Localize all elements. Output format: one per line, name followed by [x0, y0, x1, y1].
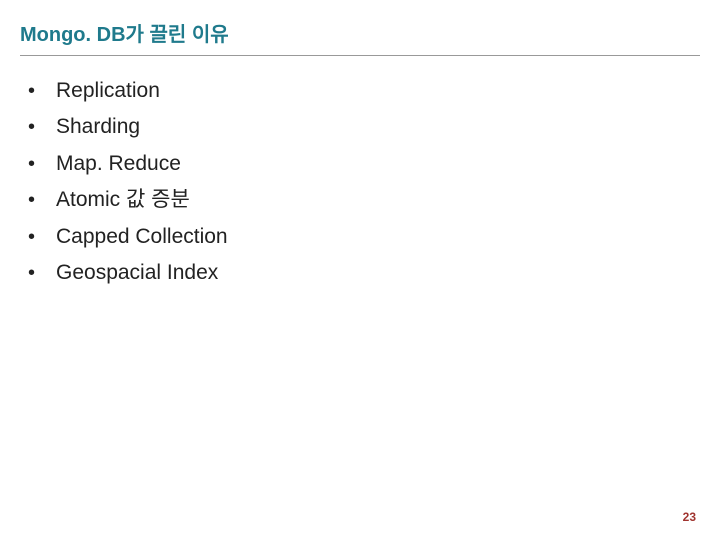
bullet-icon: •	[28, 189, 56, 212]
item-text: Geospacial Index	[56, 258, 218, 288]
list-item: • Map. Reduce	[28, 149, 700, 179]
bullet-icon: •	[28, 226, 56, 249]
list-item: • Geospacial Index	[28, 258, 700, 288]
bullet-icon: •	[28, 116, 56, 139]
list-item: • Replication	[28, 76, 700, 106]
list-item: • Atomic 값 증분	[28, 185, 700, 215]
slide: Mongo. DB가 끌린 이유 • Replication • Shardin…	[0, 0, 720, 540]
item-text: Capped Collection	[56, 222, 228, 252]
list-item: • Capped Collection	[28, 222, 700, 252]
list-item: • Sharding	[28, 112, 700, 142]
item-text: Map. Reduce	[56, 149, 181, 179]
slide-title: Mongo. DB가 끌린 이유	[20, 18, 700, 56]
page-number: 23	[683, 510, 696, 524]
content-area: • Replication • Sharding • Map. Reduce •…	[20, 76, 700, 289]
item-text: Atomic 값 증분	[56, 185, 190, 215]
item-text: Replication	[56, 76, 160, 106]
bullet-icon: •	[28, 80, 56, 103]
bullet-icon: •	[28, 153, 56, 176]
bullet-icon: •	[28, 262, 56, 285]
item-text: Sharding	[56, 112, 140, 142]
